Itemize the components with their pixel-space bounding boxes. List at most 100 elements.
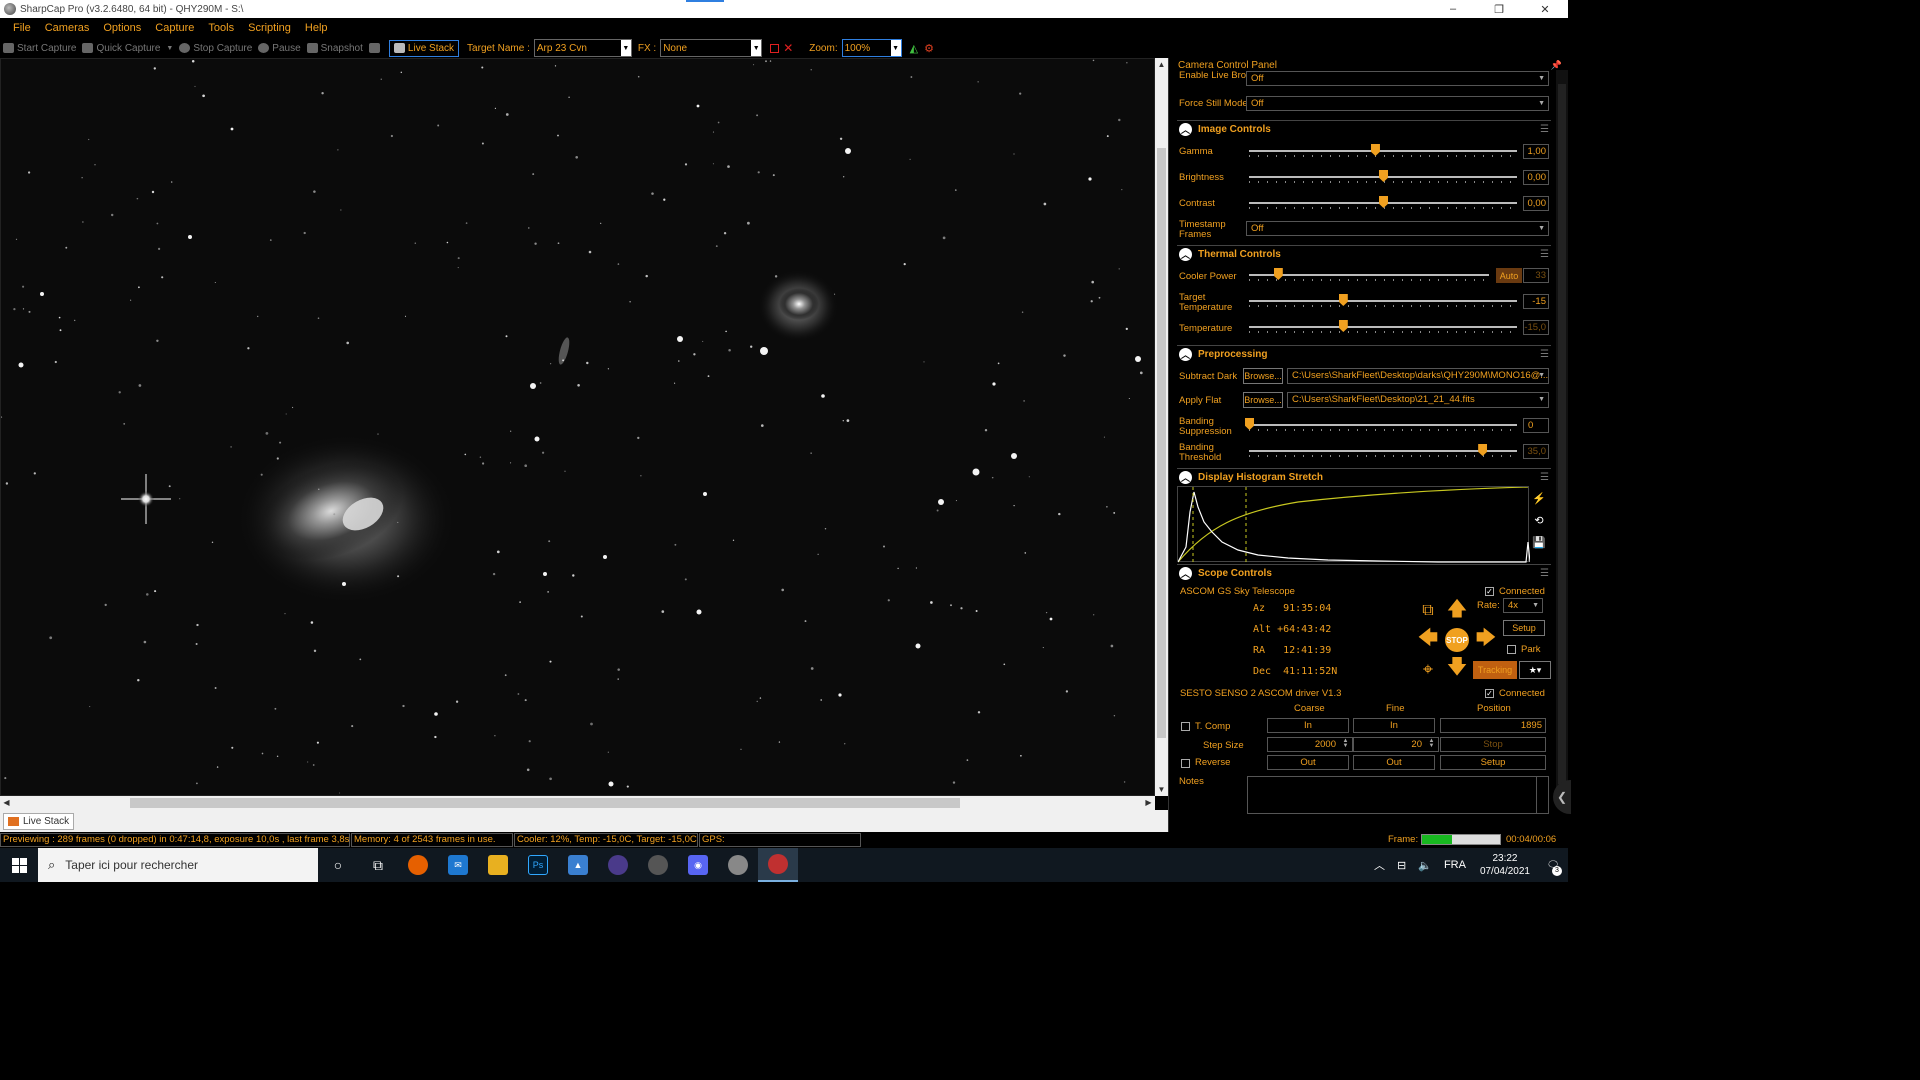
- volume-icon[interactable]: 🔈: [1418, 859, 1432, 872]
- preprocessing-header[interactable]: ︿ Preprocessing ☰: [1177, 345, 1551, 362]
- coarse-out-button[interactable]: Out: [1267, 755, 1349, 770]
- fine-out-button[interactable]: Out: [1353, 755, 1435, 770]
- tcomp-checkbox[interactable]: [1181, 722, 1190, 731]
- goto-icon[interactable]: ⧉: [1415, 598, 1441, 624]
- live-stack-button[interactable]: Live Stack: [388, 39, 460, 57]
- arrow-up-icon[interactable]: 🡅: [1444, 598, 1470, 624]
- focuser-position-field[interactable]: 1895: [1440, 718, 1546, 733]
- arrow-right-icon[interactable]: 🡆: [1473, 627, 1499, 653]
- histogram-icon[interactable]: ◭: [910, 42, 918, 55]
- tab-live-stack[interactable]: Live Stack: [3, 813, 75, 830]
- arrow-left-icon[interactable]: 🡄: [1415, 627, 1441, 653]
- stop-capture-button[interactable]: Stop Capture: [179, 43, 252, 54]
- target-name-input[interactable]: Arp 23 Cvn ▼: [533, 39, 632, 57]
- active-app-icon[interactable]: [758, 848, 798, 882]
- save-icon[interactable]: 💾: [1531, 534, 1547, 550]
- menu-file[interactable]: File: [6, 22, 38, 34]
- collapse-icon[interactable]: ︿: [1179, 470, 1192, 484]
- collapse-icon[interactable]: ︿: [1179, 122, 1192, 136]
- stellarium-icon[interactable]: [598, 848, 638, 882]
- viewport-horizontal-scrollbar[interactable]: ◀ ▶: [0, 796, 1155, 810]
- start-capture-button[interactable]: Start Capture: [3, 43, 76, 54]
- scroll-right-icon[interactable]: ▶: [1142, 796, 1155, 810]
- banding-threshold-value[interactable]: 35,0: [1523, 444, 1549, 459]
- gamma-slider[interactable]: [1249, 144, 1517, 157]
- focuser-stop-button[interactable]: Stop: [1440, 737, 1546, 752]
- scroll-down-icon[interactable]: ▼: [1155, 783, 1168, 796]
- selection-rectangle-icon[interactable]: [770, 43, 780, 53]
- telescope-connected-checkbox[interactable]: ✓: [1485, 587, 1494, 596]
- hamburger-menu-icon[interactable]: ☰: [1540, 249, 1549, 260]
- astro-app-icon[interactable]: [638, 848, 678, 882]
- scroll-thumb[interactable]: [130, 798, 960, 808]
- viewport-vertical-scrollbar[interactable]: ▲ ▼: [1155, 58, 1168, 796]
- notification-center-icon[interactable]: 🗨 3: [1538, 848, 1568, 882]
- target-icon[interactable]: ⌖: [1415, 656, 1441, 682]
- chevron-down-icon[interactable]: ▼: [890, 40, 901, 56]
- sharpcap-taskbar-icon[interactable]: [718, 848, 758, 882]
- target-temperature-slider[interactable]: [1249, 294, 1517, 307]
- thermal-controls-header[interactable]: ︿ Thermal Controls ☰: [1177, 245, 1551, 262]
- scroll-up-icon[interactable]: ▲: [1155, 58, 1168, 71]
- contrast-value[interactable]: 0,00: [1523, 196, 1549, 211]
- banding-suppression-slider[interactable]: [1245, 418, 1517, 431]
- quick-capture-button[interactable]: Quick Capture ▼: [82, 43, 173, 54]
- target-temperature-value[interactable]: -15: [1523, 294, 1549, 309]
- crosshair-icon[interactable]: ✕: [783, 41, 793, 55]
- chevron-down-icon[interactable]: ▼: [751, 40, 762, 56]
- firefox-icon[interactable]: [398, 848, 438, 882]
- cooler-power-value[interactable]: 33: [1523, 268, 1549, 283]
- apply-flat-browse-button[interactable]: Browse...: [1243, 392, 1283, 408]
- stepper-icon[interactable]: ▲ ▼: [1340, 738, 1351, 750]
- scroll-thumb[interactable]: [1558, 84, 1566, 784]
- network-icon[interactable]: ⊟: [1397, 859, 1406, 872]
- notes-textarea[interactable]: [1247, 776, 1549, 814]
- maximize-button[interactable]: ❐: [1476, 0, 1522, 18]
- stop-slew-button[interactable]: STOP: [1445, 628, 1469, 652]
- apply-flat-path[interactable]: C:\Users\SharkFleet\Desktop\21_21_44.fit…: [1287, 392, 1549, 408]
- park-checkbox[interactable]: [1507, 645, 1516, 654]
- brightness-value[interactable]: 0,00: [1523, 170, 1549, 185]
- mail-icon[interactable]: ✉: [438, 848, 478, 882]
- file-explorer-icon[interactable]: [478, 848, 518, 882]
- reset-icon[interactable]: ⟲: [1531, 512, 1547, 528]
- chevron-up-icon[interactable]: ︿: [1374, 857, 1385, 873]
- photos-icon[interactable]: ▲: [558, 848, 598, 882]
- image-controls-header[interactable]: ︿ Image Controls ☰: [1177, 120, 1551, 137]
- collapse-icon[interactable]: ︿: [1179, 347, 1192, 361]
- focuser-connected-checkbox[interactable]: ✓: [1485, 689, 1494, 698]
- menu-options[interactable]: Options: [96, 22, 148, 34]
- force-still-mode-select[interactable]: Off ▼: [1246, 96, 1549, 111]
- notes-scrollbar[interactable]: [1536, 777, 1548, 813]
- fine-in-button[interactable]: In: [1353, 718, 1435, 733]
- banding-threshold-slider[interactable]: [1249, 444, 1517, 457]
- menu-cameras[interactable]: Cameras: [38, 22, 97, 34]
- banding-suppression-value[interactable]: 0: [1523, 418, 1549, 433]
- subtract-dark-browse-button[interactable]: Browse...: [1243, 368, 1283, 384]
- arrow-down-icon[interactable]: 🡇: [1444, 656, 1470, 682]
- language-indicator[interactable]: FRA: [1444, 859, 1466, 871]
- hamburger-menu-icon[interactable]: ☰: [1540, 349, 1549, 360]
- image-viewport[interactable]: [0, 58, 1155, 796]
- rate-select[interactable]: 4x ▼: [1503, 598, 1543, 613]
- cooler-auto-button[interactable]: Auto: [1496, 268, 1522, 283]
- zoom-select[interactable]: 100% ▼: [841, 39, 902, 57]
- hamburger-menu-icon[interactable]: ☰: [1540, 568, 1549, 579]
- task-view-icon[interactable]: ⧉: [358, 848, 398, 882]
- menu-help[interactable]: Help: [298, 22, 335, 34]
- menu-scripting[interactable]: Scripting: [241, 22, 298, 34]
- hamburger-menu-icon[interactable]: ☰: [1540, 124, 1549, 135]
- contrast-slider[interactable]: [1249, 196, 1517, 209]
- pause-button[interactable]: Pause: [258, 43, 301, 54]
- stepper-icon[interactable]: ▲ ▼: [1426, 738, 1437, 750]
- panel-scrollbar[interactable]: [1556, 70, 1568, 790]
- coarse-in-button[interactable]: In: [1267, 718, 1349, 733]
- focuser-setup-button[interactable]: Setup: [1440, 755, 1546, 770]
- snapshot-button[interactable]: Snapshot: [306, 43, 363, 54]
- scope-setup-button[interactable]: Setup: [1503, 620, 1545, 636]
- cooler-power-slider[interactable]: [1249, 268, 1489, 281]
- scroll-thumb[interactable]: [1157, 148, 1166, 738]
- zoom-settings-icon[interactable]: ⚙: [924, 42, 934, 55]
- scope-controls-header[interactable]: ︿ Scope Controls ☰: [1177, 564, 1551, 581]
- menu-capture[interactable]: Capture: [148, 22, 201, 34]
